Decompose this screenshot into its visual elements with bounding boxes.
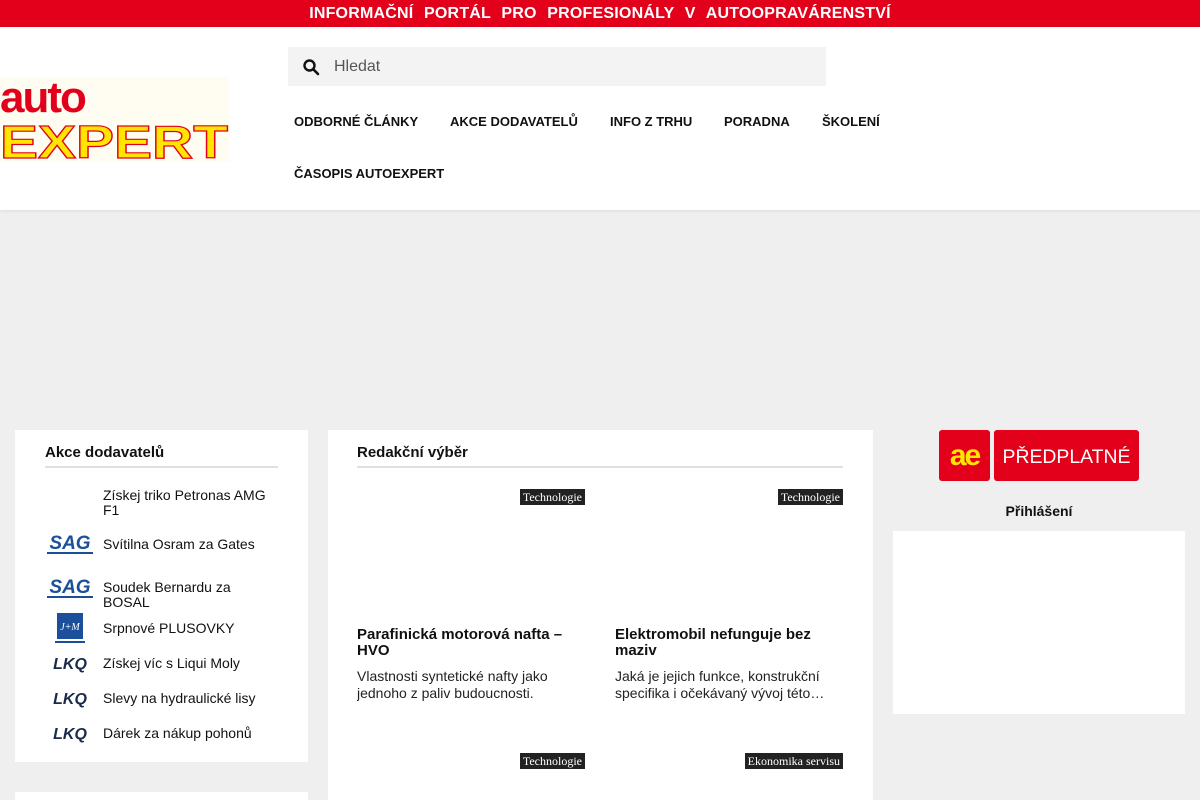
nav-item-skoleni[interactable]: Školení (822, 114, 880, 129)
site-header: auto EXPERT Odborné články Akce dodavate… (0, 27, 1200, 210)
site-logo[interactable]: auto EXPERT (0, 77, 230, 162)
akce-item-label[interactable]: Získej víc s Liqui Moly (103, 656, 273, 671)
nav-item-akce-dodavatelu[interactable]: Akce dodavatelů (450, 114, 578, 129)
nav-item-casopis[interactable]: Časopis AutoExpert (294, 166, 444, 181)
akce-dodavatelu-widget: Akce dodavatelů Získej triko Petronas AM… (15, 430, 308, 762)
login-widget-box (893, 531, 1185, 714)
akce-list-item[interactable]: SAG Svítilna Osram za Gates (45, 529, 285, 561)
article-title[interactable]: Parafinická motorová nafta – HVO (357, 627, 585, 659)
article-excerpt: Jaká je jejich funkce, konstrukční speci… (615, 668, 825, 701)
lkq-logo-text: LKQ (53, 726, 87, 743)
sag-logo-text: SAG (49, 533, 90, 554)
redakce-widget-title: Redakční výběr (357, 444, 468, 461)
article-category-badge[interactable]: Technologie (519, 753, 585, 769)
autoexpert-logo-graphic: auto EXPERT (0, 77, 230, 162)
akce-list-item[interactable]: LKQ Získej víc s Liqui Moly (45, 648, 285, 680)
jm-logo-text: J+M (60, 622, 80, 633)
redakce-title-divider (357, 466, 843, 468)
nav-item-poradna[interactable]: Poradna (724, 114, 790, 129)
lkq-logo: LKQ (53, 656, 87, 673)
left-widget-secondary (15, 792, 308, 800)
predplatne-label: PŘEDPLATNÉ (1003, 446, 1131, 468)
sag-logo: SAG (47, 533, 93, 554)
sag-logo-text: SAG (49, 577, 90, 598)
akce-thumbnail (45, 488, 95, 520)
article-category-badge[interactable]: Technologie (777, 489, 843, 505)
login-link[interactable]: Přihlášení (893, 503, 1185, 519)
top-announcement-bar: INFORMAČNÍ PORTÁL PRO PROFESIONÁLY V AUT… (0, 0, 1200, 27)
jm-autodily-logo: J+M (55, 613, 85, 643)
top-announcement-text: INFORMAČNÍ PORTÁL PRO PROFESIONÁLY V AUT… (309, 5, 891, 22)
akce-list-item[interactable]: LKQ Slevy na hydraulické lisy (45, 683, 285, 715)
article-image[interactable] (615, 488, 843, 618)
predplatne-ae-mark: ae (950, 439, 981, 472)
lkq-logo-text: LKQ (53, 691, 87, 708)
lkq-logo: LKQ (53, 726, 87, 743)
search-box (288, 47, 826, 86)
sag-logo: SAG (47, 577, 93, 598)
akce-item-label[interactable]: Získej triko Petronas AMG F1 (103, 488, 273, 518)
akce-item-label[interactable]: Slevy na hydraulické lisy (103, 691, 273, 706)
predplatne-banner[interactable]: ae PŘEDPLATNÉ (939, 430, 1139, 481)
lkq-logo: LKQ (53, 691, 87, 708)
lkq-logo-text: LKQ (53, 656, 87, 673)
akce-list-item[interactable]: SAG Soudek Bernardu za BOSAL (45, 572, 285, 610)
article-category-badge[interactable]: Technologie (519, 489, 585, 505)
nav-item-info-z-trhu[interactable]: Info z trhu (610, 114, 692, 129)
article-image[interactable] (357, 488, 585, 618)
logo-word-expert: EXPERT (0, 116, 228, 162)
search-input[interactable] (334, 47, 814, 86)
nav-item-odborne-clanky[interactable]: Odborné články (294, 114, 418, 129)
article-excerpt: Vlastnosti syntetické nafty jako jednoho… (357, 668, 548, 701)
akce-list-item[interactable]: J+M Srpnové PLUSOVKY (45, 613, 285, 645)
akce-item-label[interactable]: Dárek za nákup pohonů (103, 726, 273, 741)
search-icon[interactable] (302, 58, 320, 76)
article-category-badge[interactable]: Ekonomika servisu (744, 753, 843, 769)
akce-title-divider (45, 466, 278, 468)
akce-item-label[interactable]: Srpnové PLUSOVKY (103, 621, 273, 636)
redakcni-vyber-widget: Redakční výběr Technologie Parafinická m… (328, 430, 873, 800)
akce-item-label[interactable]: Soudek Bernardu za BOSAL (103, 580, 273, 610)
akce-widget-title: Akce dodavatelů (45, 444, 165, 461)
predplatne-banner-graphic: ae PŘEDPLATNÉ (939, 430, 1139, 481)
akce-list-item[interactable]: Získej triko Petronas AMG F1 (45, 488, 285, 520)
akce-list-item[interactable]: LKQ Dárek za nákup pohonů (45, 718, 285, 750)
akce-item-label[interactable]: Svítilna Osram za Gates (103, 537, 273, 552)
article-title[interactable]: Elektromobil nefunguje bez maziv (615, 627, 843, 659)
